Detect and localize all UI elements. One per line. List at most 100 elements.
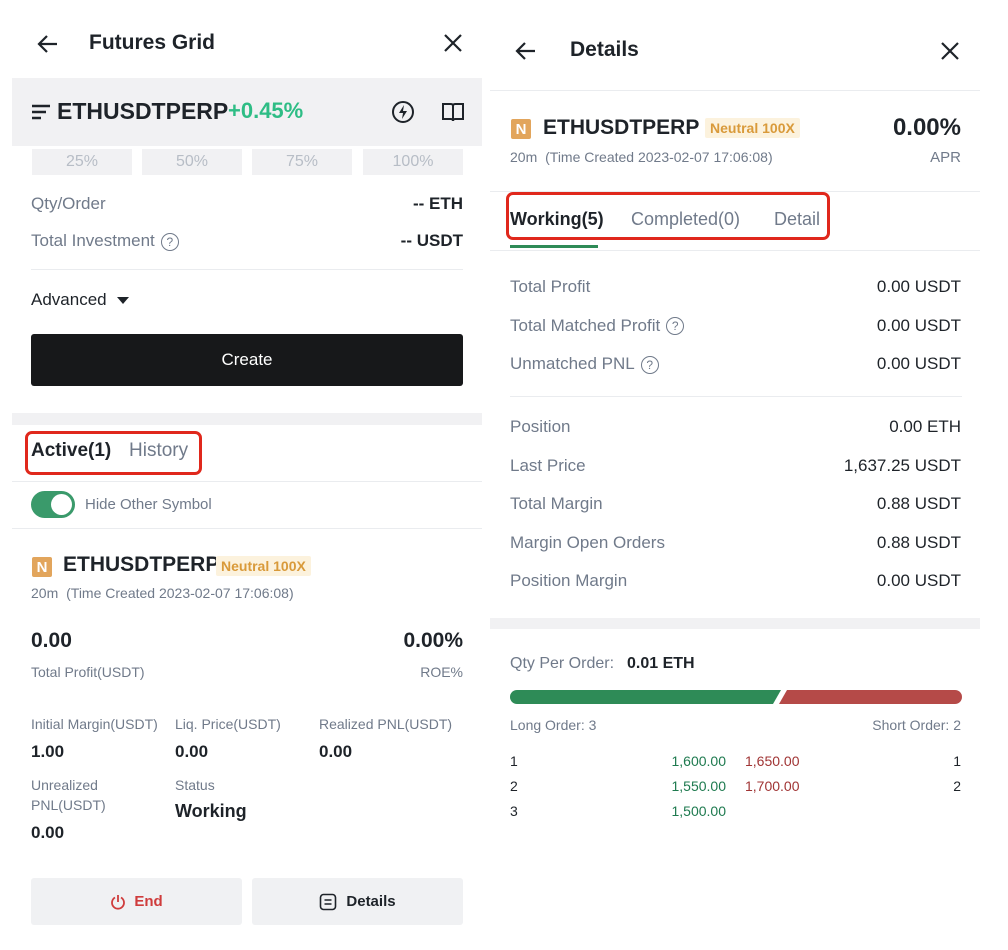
long-order-index: 3 bbox=[510, 803, 518, 819]
position-row-value: 1,637.25 USDT bbox=[843, 455, 961, 475]
divider bbox=[490, 250, 980, 251]
profit-row-value: 0.00 USDT bbox=[876, 315, 961, 335]
unrealized-pnl-label-2: PNL(USDT) bbox=[31, 797, 106, 813]
short-order-price: 1,650.00 bbox=[745, 753, 800, 769]
unrealized-pnl-value: 0.00 bbox=[31, 823, 65, 842]
total-investment-value: -- USDT bbox=[400, 231, 463, 250]
total-investment-row: Total Investment? bbox=[31, 231, 179, 251]
divider bbox=[510, 396, 962, 397]
highlight-box bbox=[506, 192, 830, 240]
roe-value: 0.00% bbox=[403, 629, 463, 652]
end-label: End bbox=[134, 893, 163, 910]
qty-per-order-value: 0.01 ETH bbox=[627, 655, 695, 672]
long-order-label: Long Order: 3 bbox=[510, 717, 597, 733]
help-icon[interactable]: ? bbox=[666, 317, 685, 336]
create-button[interactable]: Create bbox=[31, 334, 463, 386]
percent-75-button[interactable]: 75% bbox=[252, 149, 352, 175]
position-row-label: Position bbox=[510, 417, 571, 436]
profit-row-label-text: Total Profit bbox=[510, 277, 591, 296]
duration: 20m bbox=[31, 585, 59, 601]
lightning-icon[interactable] bbox=[391, 100, 415, 124]
futures-grid-panel: Futures Grid ETHUSDTPERP +0.45% 25% 50% … bbox=[12, 12, 482, 942]
order-ratio-bar bbox=[510, 690, 962, 704]
status-value: Working bbox=[175, 801, 247, 821]
card-symbol: ETHUSDTPERP bbox=[63, 553, 220, 576]
position-row-value: 0.00 USDT bbox=[876, 571, 961, 591]
initial-margin-label: Initial Margin(USDT) bbox=[31, 716, 158, 732]
section-separator bbox=[12, 413, 482, 425]
profit-row-label: Unmatched PNL? bbox=[510, 354, 659, 374]
back-arrow-icon[interactable] bbox=[36, 32, 60, 56]
percent-100-button[interactable]: 100% bbox=[363, 149, 463, 175]
hide-other-toggle[interactable] bbox=[31, 491, 75, 518]
short-order-price: 1,700.00 bbox=[745, 778, 800, 794]
long-order-price: 1,550.00 bbox=[671, 778, 727, 794]
symbol-bar: ETHUSDTPERP +0.45% bbox=[12, 78, 482, 146]
liq-price-label: Liq. Price(USDT) bbox=[175, 716, 281, 732]
profit-row-label-text: Total Matched Profit bbox=[510, 315, 661, 335]
book-icon[interactable] bbox=[441, 100, 465, 124]
percent-25-button[interactable]: 25% bbox=[32, 149, 132, 175]
symbol-name[interactable]: ETHUSDTPERP bbox=[57, 98, 228, 125]
realized-pnl-label: Realized PNL(USDT) bbox=[319, 716, 453, 732]
status-label: Status bbox=[175, 777, 215, 793]
divider bbox=[31, 269, 463, 270]
divider bbox=[12, 528, 482, 529]
profit-row-label: Total Profit bbox=[510, 277, 590, 297]
position-row-value: 0.00 ETH bbox=[889, 417, 961, 436]
total-investment-label: Total Investment bbox=[31, 231, 155, 250]
advanced-toggle[interactable]: Advanced bbox=[31, 290, 130, 310]
page-title: Futures Grid bbox=[89, 31, 216, 54]
roe-label: ROE% bbox=[420, 664, 463, 680]
long-order-segment bbox=[510, 690, 781, 704]
profit-row-value: 0.00 USDT bbox=[876, 277, 961, 296]
menu-icon[interactable] bbox=[31, 103, 51, 121]
active-tab-underline bbox=[510, 245, 598, 248]
left-header: Futures Grid bbox=[12, 12, 482, 78]
apr-value: 0.00% bbox=[892, 114, 961, 141]
strategy-tag: Neutral 100X bbox=[705, 118, 800, 138]
duration: 20m bbox=[510, 149, 538, 165]
hide-other-label: Hide Other Symbol bbox=[85, 496, 212, 513]
long-order-index: 1 bbox=[510, 753, 518, 769]
details-label: Details bbox=[346, 893, 396, 910]
liq-price-value: 0.00 bbox=[175, 742, 209, 761]
short-order-label: Short Order: 2 bbox=[872, 717, 961, 733]
position-row-label: Last Price bbox=[510, 455, 586, 475]
total-profit-label: Total Profit(USDT) bbox=[31, 664, 145, 680]
close-icon[interactable] bbox=[939, 40, 961, 62]
short-order-index: 1 bbox=[953, 753, 961, 769]
profit-row-value: 0.00 USDT bbox=[876, 354, 961, 373]
symbol-meta: 20m (Time Created 2023-02-07 17:06:08) bbox=[510, 149, 773, 165]
qty-per-order-label: Qty Per Order: bbox=[510, 655, 615, 672]
qty-order-value: -- ETH bbox=[412, 194, 463, 213]
toggle-knob bbox=[51, 494, 72, 515]
total-profit-value: 0.00 bbox=[31, 629, 72, 652]
help-icon[interactable]: ? bbox=[160, 232, 179, 251]
position-row-label: Margin Open Orders bbox=[510, 532, 665, 552]
divider bbox=[490, 90, 980, 91]
details-panel: Details N ETHUSDTPERP Neutral 100X 20m (… bbox=[490, 12, 980, 942]
position-row-value: 0.88 USDT bbox=[876, 494, 961, 514]
time-created: (Time Created 2023-02-07 17:06:08) bbox=[66, 585, 294, 601]
percent-50-button[interactable]: 50% bbox=[142, 149, 242, 175]
highlight-box bbox=[25, 431, 202, 475]
end-button[interactable]: End bbox=[31, 878, 242, 925]
profit-row-label: Total Matched Profit? bbox=[510, 315, 685, 336]
section-separator bbox=[490, 618, 980, 629]
details-button[interactable]: Details bbox=[252, 878, 463, 925]
profit-row-label-text: Unmatched PNL bbox=[510, 354, 635, 373]
help-icon[interactable]: ? bbox=[640, 355, 659, 374]
back-arrow-icon[interactable] bbox=[514, 39, 538, 63]
neutral-badge-icon: N bbox=[32, 557, 52, 577]
power-icon bbox=[110, 894, 126, 910]
close-icon[interactable] bbox=[442, 32, 464, 54]
neutral-badge-icon: N bbox=[511, 119, 531, 139]
long-order-price: 1,500.00 bbox=[671, 803, 727, 819]
long-order-index: 2 bbox=[510, 778, 518, 794]
card-meta: 20m (Time Created 2023-02-07 17:06:08) bbox=[31, 585, 294, 601]
advanced-label: Advanced bbox=[31, 290, 107, 309]
strategy-tag: Neutral 100X bbox=[216, 556, 311, 576]
short-order-segment bbox=[779, 690, 962, 704]
symbol-name: ETHUSDTPERP bbox=[543, 116, 700, 139]
